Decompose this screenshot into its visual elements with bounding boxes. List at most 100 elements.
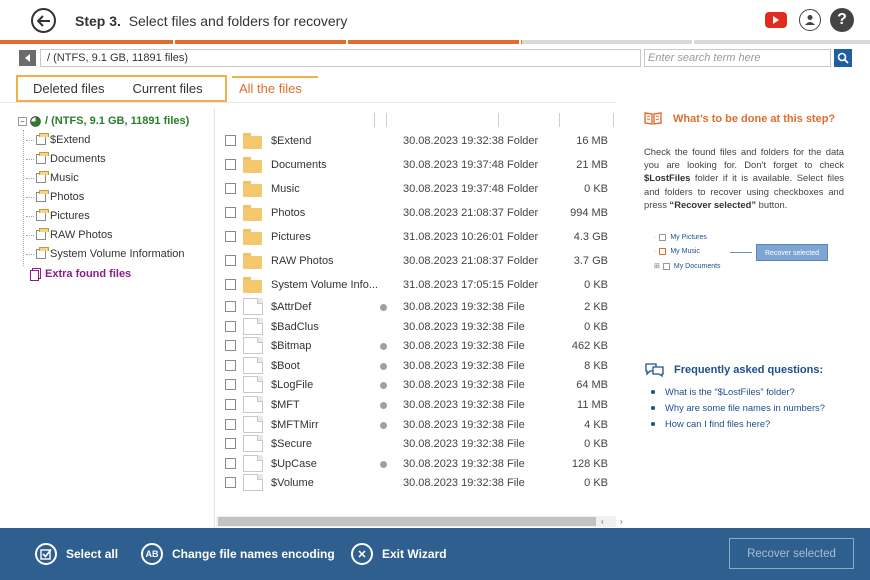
select-all-icon (35, 543, 57, 565)
file-row[interactable]: $Volume 30.08.2023 19:32:38 File 0 KB (216, 473, 616, 493)
youtube-icon[interactable] (765, 12, 787, 28)
file-row[interactable]: $Extend 30.08.2023 19:32:38 Folder 16 MB (216, 131, 616, 151)
folder-checkbox-icon[interactable] (36, 133, 49, 145)
row-checkbox[interactable] (225, 438, 236, 449)
file-size: 3.7 GB (573, 255, 608, 267)
row-checkbox[interactable] (225, 399, 236, 410)
tab-current-files[interactable]: Current files (133, 81, 203, 96)
tree-item-label: Music (50, 172, 79, 184)
file-row[interactable]: $Boot 30.08.2023 19:32:38 File 8 KB (216, 356, 616, 376)
file-icon (243, 376, 263, 393)
file-row[interactable]: Pictures 31.08.2023 10:26:01 Folder 4.3 GB (216, 227, 616, 247)
folder-checkbox-icon[interactable] (36, 190, 49, 202)
help-panel: What’s to be done at this step? Check th… (644, 108, 854, 518)
folder-checkbox-icon[interactable] (36, 171, 49, 183)
scroll-left-icon[interactable]: ‹ (601, 516, 604, 527)
extra-files-icon (30, 267, 41, 281)
file-name: $Boot (271, 360, 300, 372)
faq-link[interactable]: What is the “$LostFiles” folder? (651, 386, 795, 397)
triangle-left-icon (24, 54, 30, 62)
row-checkbox[interactable] (225, 255, 236, 266)
demo-tree-line: · (654, 248, 657, 255)
change-encoding-button[interactable]: AB Change file names encoding (141, 542, 335, 566)
tab-deleted-files[interactable]: Deleted files (33, 81, 105, 96)
file-row[interactable]: Photos 30.08.2023 21:08:37 Folder 994 MB (216, 203, 616, 223)
demo-expand-icon: ⊞ (654, 263, 660, 270)
folder-checkbox-icon[interactable] (36, 209, 49, 221)
file-row[interactable]: $Bitmap 30.08.2023 19:32:38 File 462 KB (216, 336, 616, 356)
file-row[interactable]: System Volume Info... 31.08.2023 17:05:15… (216, 275, 616, 295)
file-type: Folder (507, 159, 539, 171)
file-row[interactable]: $MFTMirr 30.08.2023 19:32:38 File 4 KB (216, 415, 616, 435)
file-name: Music (271, 183, 300, 195)
exit-wizard-button[interactable]: ✕ Exit Wizard (351, 542, 447, 566)
tree-collapse-toggle[interactable]: − (18, 116, 27, 126)
column-separator[interactable] (374, 113, 375, 127)
column-separator[interactable] (498, 113, 499, 127)
pane-splitter[interactable] (214, 108, 215, 528)
row-checkbox[interactable] (225, 458, 236, 469)
column-separator[interactable] (559, 113, 560, 127)
demo-item: · My Pictures (654, 234, 707, 241)
file-date: 30.08.2023 19:32:38 (403, 438, 504, 450)
collapse-tree-button[interactable] (19, 50, 36, 66)
help-illustration: · My Pictures · My Music ⊞ My Documents … (650, 232, 840, 278)
file-row[interactable]: Documents 30.08.2023 19:37:48 Folder 21 MB (216, 155, 616, 175)
file-row[interactable]: $LogFile 30.08.2023 19:32:38 File 64 MB (216, 375, 616, 395)
file-name: $Secure (271, 438, 312, 450)
row-checkbox[interactable] (225, 360, 236, 371)
folder-icon (243, 181, 262, 197)
help-text-part: Check the found files and folders for th… (644, 146, 844, 171)
file-name: $LogFile (271, 379, 314, 391)
help-title: What’s to be done at this step? (673, 113, 836, 125)
back-button[interactable] (31, 8, 56, 33)
row-checkbox[interactable] (225, 340, 236, 351)
row-checkbox[interactable] (225, 379, 236, 390)
row-checkbox[interactable] (225, 419, 236, 430)
file-name: $MFTMirr (271, 419, 319, 431)
row-checkbox[interactable] (225, 321, 236, 332)
faq-link[interactable]: Why are some file names in numbers? (651, 402, 825, 413)
help-icon[interactable]: ? (830, 8, 854, 32)
horizontal-scrollbar[interactable]: ‹ › (216, 516, 623, 527)
bullet-icon (651, 405, 655, 410)
column-separator[interactable] (386, 113, 387, 127)
file-row[interactable]: $Secure 30.08.2023 19:32:38 File 0 KB (216, 434, 616, 454)
path-field[interactable]: / (NTFS, 9.1 GB, 11891 files) (40, 49, 641, 67)
recover-selected-quote: “Recover selected” (669, 198, 757, 210)
file-type: Folder (507, 255, 539, 267)
file-date: 30.08.2023 19:32:38 (403, 321, 504, 333)
file-status-dot (380, 304, 387, 311)
column-separator[interactable] (613, 113, 614, 127)
folder-checkbox-icon[interactable] (36, 152, 49, 164)
tree-item-label: Documents (50, 153, 106, 165)
tab-all-files[interactable]: All the files (239, 81, 302, 96)
row-checkbox[interactable] (225, 279, 236, 290)
row-checkbox[interactable] (225, 207, 236, 218)
scroll-right-icon[interactable]: › (620, 516, 623, 527)
row-checkbox[interactable] (225, 231, 236, 242)
tree-connector (26, 197, 34, 198)
search-button[interactable] (834, 49, 852, 67)
file-row[interactable]: $AttrDef 30.08.2023 19:32:38 File 2 KB (216, 297, 616, 317)
row-checkbox[interactable] (225, 183, 236, 194)
faq-link[interactable]: How can I find files here? (651, 418, 770, 429)
recover-selected-button[interactable]: Recover selected (729, 538, 854, 569)
file-row[interactable]: Music 30.08.2023 19:37:48 Folder 0 KB (216, 179, 616, 199)
user-icon[interactable] (799, 9, 821, 31)
row-checkbox[interactable] (225, 135, 236, 146)
file-row[interactable]: $UpCase 30.08.2023 19:32:38 File 128 KB (216, 454, 616, 474)
row-checkbox[interactable] (225, 477, 236, 488)
demo-recover-button: Recover selected (756, 244, 828, 261)
folder-checkbox-icon[interactable] (36, 247, 49, 259)
select-all-button[interactable]: Select all (35, 542, 118, 566)
file-row[interactable]: RAW Photos 30.08.2023 21:08:37 Folder 3.7 G… (216, 251, 616, 271)
search-input[interactable] (644, 49, 831, 67)
scrollbar-thumb[interactable] (218, 517, 596, 526)
folder-checkbox-icon[interactable] (36, 228, 49, 240)
file-row[interactable]: $MFT 30.08.2023 19:32:38 File 11 MB (216, 395, 616, 415)
faq-link-label: What is the “$LostFiles” folder? (665, 386, 795, 397)
file-row[interactable]: $BadClus 30.08.2023 19:32:38 File 0 KB (216, 317, 616, 337)
row-checkbox[interactable] (225, 159, 236, 170)
row-checkbox[interactable] (225, 301, 236, 312)
